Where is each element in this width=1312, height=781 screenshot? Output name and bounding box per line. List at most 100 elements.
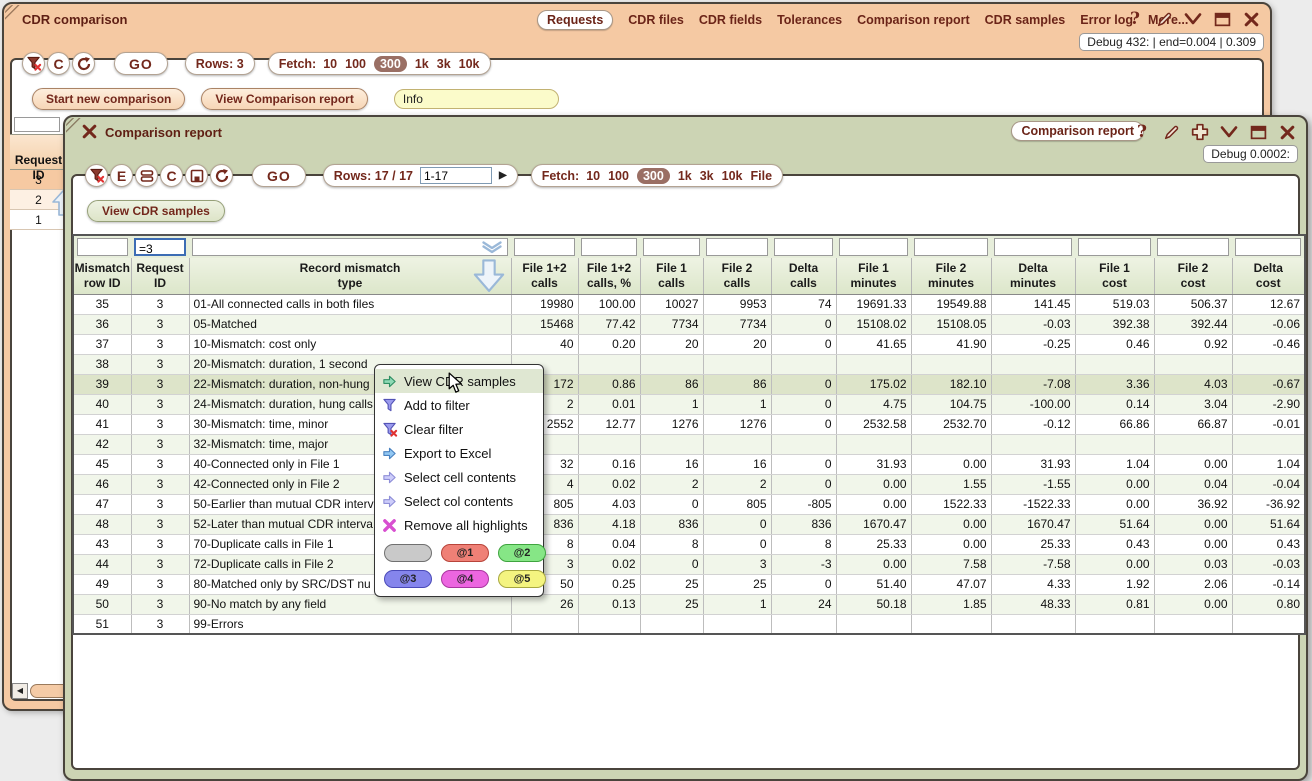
help-icon[interactable]: ? <box>1126 10 1144 28</box>
cell-value[interactable] <box>991 434 1075 454</box>
cell-value[interactable]: 41.90 <box>911 334 991 354</box>
column-header-delta-calls[interactable]: Delta calls <box>771 258 836 294</box>
column-filter-input[interactable] <box>1157 238 1229 256</box>
cell-request-id[interactable]: 3 <box>131 614 189 634</box>
cell-request-id[interactable]: 3 <box>131 374 189 394</box>
cell-value[interactable]: -100.00 <box>991 394 1075 414</box>
maximize-icon[interactable] <box>1213 10 1231 28</box>
menu-item-export-to-excel[interactable]: Export to Excel <box>375 441 543 465</box>
cell-value[interactable]: -0.04 <box>1232 474 1305 494</box>
column-header-delta-minutes[interactable]: Delta minutes <box>991 258 1075 294</box>
cell-mismatch-type[interactable]: 99-Errors <box>189 614 511 634</box>
cell-value[interactable]: 0.00 <box>1154 594 1232 614</box>
column-filter-input[interactable] <box>914 238 988 256</box>
cell-value[interactable]: 4.75 <box>836 394 911 414</box>
report-row[interactable]: 50390-No match by any field260.132512450… <box>73 594 1305 614</box>
filter-clear-icon[interactable] <box>85 164 108 187</box>
cell-value[interactable]: 25.33 <box>991 534 1075 554</box>
refresh-icon[interactable] <box>210 164 233 187</box>
refresh-icon[interactable] <box>72 52 95 75</box>
report-row[interactable]: 45340-Connected only in File 1320.161616… <box>73 454 1305 474</box>
cell-value[interactable]: 4.03 <box>578 494 640 514</box>
column-filter-input[interactable] <box>995 240 1071 256</box>
cell-value[interactable] <box>703 434 771 454</box>
cell-mismatch-row-id[interactable]: 47 <box>73 494 131 514</box>
fetch-option-3k[interactable]: 3k <box>437 57 451 71</box>
filter-dropdown-chevron-icon[interactable] <box>481 241 503 258</box>
column-header-file-2-cost[interactable]: File 2 cost <box>1154 258 1232 294</box>
cell-mismatch-row-id[interactable]: 51 <box>73 614 131 634</box>
cell-value[interactable]: -7.58 <box>991 554 1075 574</box>
close-icon[interactable] <box>81 123 98 145</box>
cell-mismatch-row-id[interactable]: 41 <box>73 414 131 434</box>
cell-value[interactable]: -0.12 <box>991 414 1075 434</box>
menu-item-clear-filter[interactable]: Clear filter <box>375 417 543 441</box>
report-row[interactable]: 35301-All connected calls in both files1… <box>73 294 1305 314</box>
cell-value[interactable]: 0.02 <box>578 474 640 494</box>
cell-value[interactable]: 0.43 <box>1232 534 1305 554</box>
column-filter-input[interactable] <box>581 238 637 256</box>
help-icon[interactable]: ? <box>1133 123 1151 141</box>
column-filter-input[interactable] <box>193 240 507 256</box>
column-filter-input[interactable] <box>136 241 184 257</box>
cell-value[interactable]: 20 <box>640 334 703 354</box>
cell-request-id[interactable]: 3 <box>131 554 189 574</box>
cell-value[interactable] <box>1075 354 1154 374</box>
cell-value[interactable]: 104.75 <box>911 394 991 414</box>
cell-mismatch-row-id[interactable]: 50 <box>73 594 131 614</box>
cell-value[interactable]: 3 <box>703 554 771 574</box>
maximize-icon[interactable] <box>1249 123 1267 141</box>
cell-value[interactable]: 0.00 <box>1154 514 1232 534</box>
cell-value[interactable]: 0 <box>640 554 703 574</box>
cell-value[interactable]: 47.07 <box>911 574 991 594</box>
cell-value[interactable]: 25 <box>703 574 771 594</box>
tab-cdr-fields[interactable]: CDR fields <box>699 13 762 27</box>
cell-value[interactable]: 0.04 <box>1154 474 1232 494</box>
cell-value[interactable] <box>703 614 771 634</box>
cell-value[interactable]: 7734 <box>703 314 771 334</box>
cell-mismatch-row-id[interactable]: 44 <box>73 554 131 574</box>
cell-request-id[interactable]: 3 <box>131 454 189 474</box>
cell-value[interactable] <box>991 614 1075 634</box>
highlight-button-5[interactable]: @5 <box>498 570 546 588</box>
cell-request-id[interactable]: 3 <box>131 474 189 494</box>
cell-value[interactable]: 100.00 <box>578 294 640 314</box>
cell-value[interactable]: 1.85 <box>911 594 991 614</box>
report-row[interactable]: 41330-Mismatch: time, minor255212.771276… <box>73 414 1305 434</box>
cell-request-id[interactable]: 3 <box>131 294 189 314</box>
cell-value[interactable]: 40 <box>511 334 578 354</box>
cell-value[interactable]: 19980 <box>511 294 578 314</box>
column-filter-input[interactable] <box>514 238 575 256</box>
report-row[interactable]: 40324-Mismatch: duration, hung calls20.0… <box>73 394 1305 414</box>
cell-value[interactable]: 1.55 <box>911 474 991 494</box>
cell-value[interactable]: 836 <box>640 514 703 534</box>
go-button[interactable]: GO <box>114 52 168 75</box>
cell-value[interactable]: 15108.05 <box>911 314 991 334</box>
cell-value[interactable]: 0.92 <box>1154 334 1232 354</box>
cell-value[interactable]: 0.43 <box>1075 534 1154 554</box>
column-filter-input[interactable] <box>644 240 699 256</box>
close-icon[interactable] <box>1242 10 1260 28</box>
cell-value[interactable]: -0.67 <box>1232 374 1305 394</box>
cell-value[interactable]: 3.04 <box>1154 394 1232 414</box>
cell-value[interactable]: 25 <box>640 574 703 594</box>
cell-request-id[interactable]: 3 <box>131 514 189 534</box>
cell-mismatch-row-id[interactable]: 49 <box>73 574 131 594</box>
report-titlebar[interactable]: Comparison report Comparison report ? <box>65 117 1306 145</box>
cell-value[interactable] <box>771 614 836 634</box>
cell-value[interactable]: 0 <box>771 574 836 594</box>
cell-value[interactable]: -0.25 <box>991 334 1075 354</box>
cell-mismatch-type[interactable]: 10-Mismatch: cost only <box>189 334 511 354</box>
cell-value[interactable]: 8 <box>771 534 836 554</box>
cell-mismatch-row-id[interactable]: 42 <box>73 434 131 454</box>
cell-value[interactable]: 0.20 <box>578 334 640 354</box>
menu-item-select-cell-contents[interactable]: Select cell contents <box>375 465 543 489</box>
cell-value[interactable]: 1522.33 <box>911 494 991 514</box>
cell-mismatch-row-id[interactable]: 45 <box>73 454 131 474</box>
column-filter-input[interactable] <box>1079 240 1150 256</box>
cell-value[interactable] <box>640 614 703 634</box>
column-filter-input[interactable] <box>839 238 908 256</box>
cell-value[interactable] <box>991 354 1075 374</box>
cell-value[interactable]: 19691.33 <box>836 294 911 314</box>
cell-request-id[interactable]: 3 <box>131 394 189 414</box>
